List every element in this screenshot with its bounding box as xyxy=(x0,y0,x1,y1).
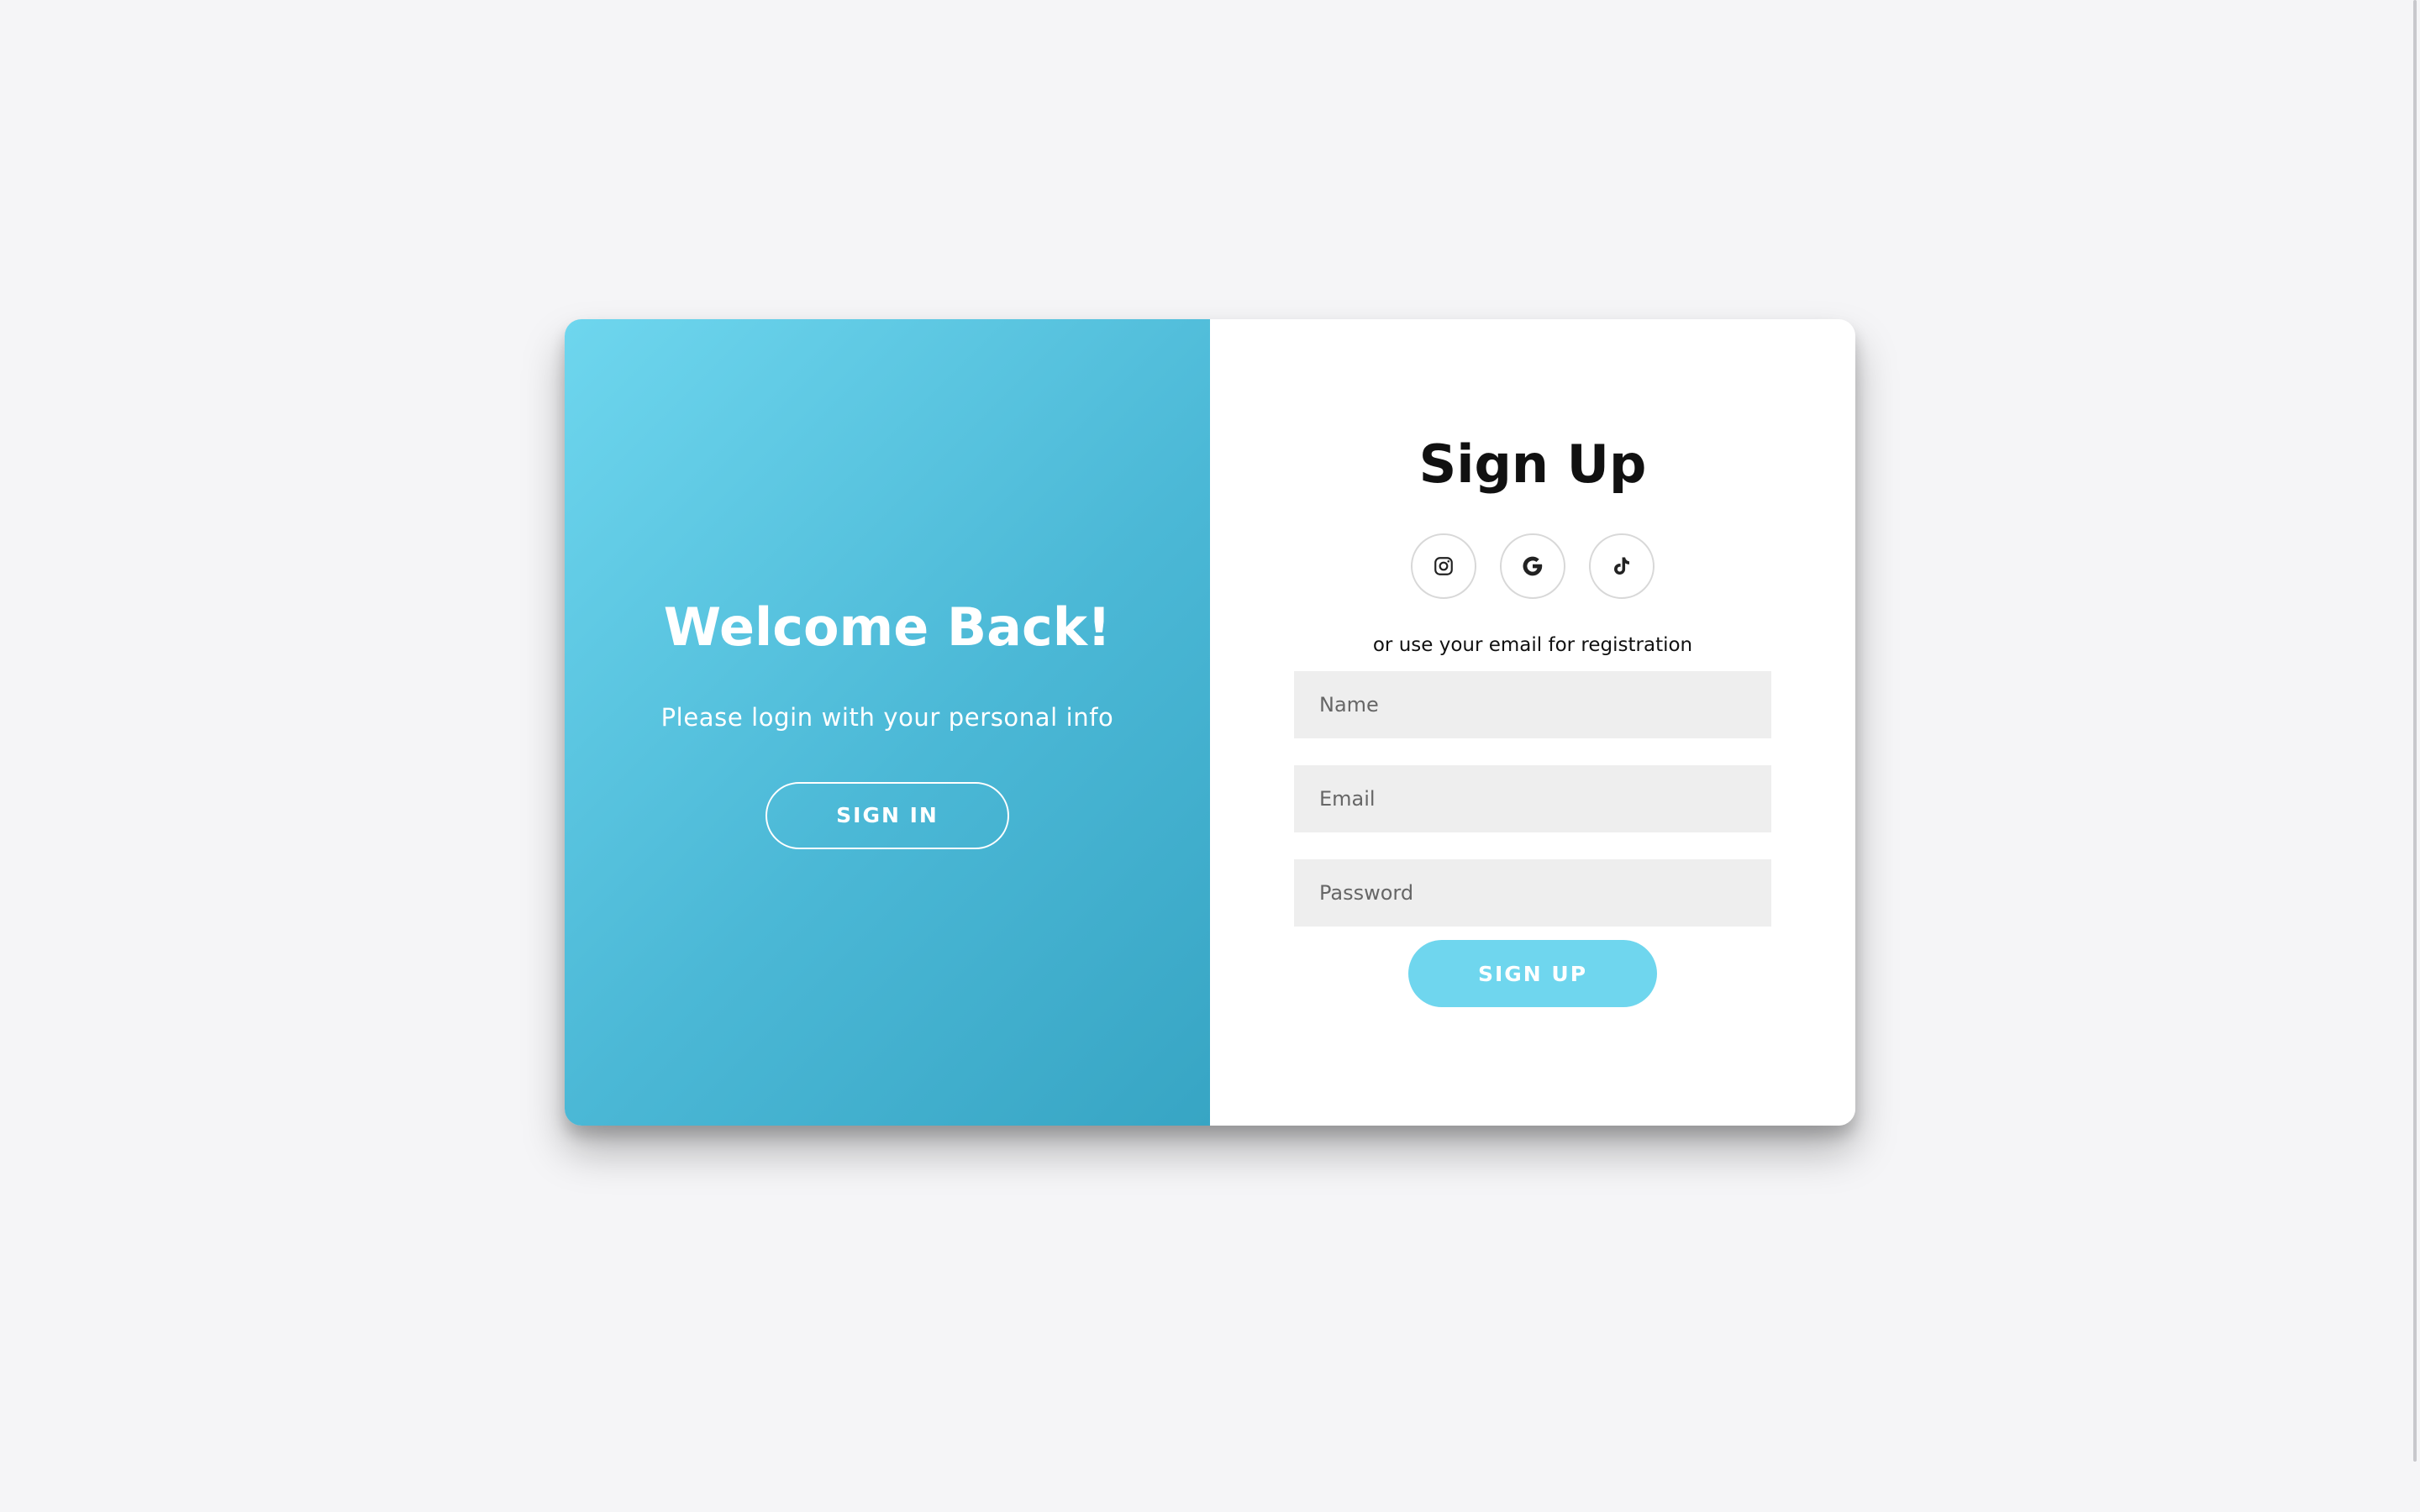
sign-in-button[interactable]: SIGN IN xyxy=(765,781,1009,849)
google-icon xyxy=(1523,556,1543,576)
sign-up-form: Sign Up or use your email for registrati… xyxy=(1210,319,1855,1126)
instagram-icon xyxy=(1434,557,1453,575)
email-input[interactable] xyxy=(1294,765,1771,832)
instagram-button[interactable] xyxy=(1411,533,1476,599)
tiktok-button[interactable] xyxy=(1589,533,1655,599)
welcome-text: Please login with your personal info xyxy=(660,702,1114,732)
social-login-row xyxy=(1411,533,1655,599)
sign-up-button[interactable]: SIGN UP xyxy=(1408,940,1657,1007)
name-input[interactable] xyxy=(1294,671,1771,738)
sign-up-title: Sign Up xyxy=(1418,433,1647,495)
tiktok-icon xyxy=(1614,557,1629,575)
registration-hint: or use your email for registration xyxy=(1372,634,1693,656)
scrollbar-thumb[interactable] xyxy=(2413,0,2417,1462)
welcome-panel: Welcome Back! Please login with your per… xyxy=(565,319,1210,1126)
google-button[interactable] xyxy=(1500,533,1565,599)
scrollbar-track[interactable] xyxy=(2410,0,2420,1512)
welcome-title: Welcome Back! xyxy=(663,596,1112,658)
password-input[interactable] xyxy=(1294,859,1771,927)
auth-card: Welcome Back! Please login with your per… xyxy=(565,319,1855,1126)
